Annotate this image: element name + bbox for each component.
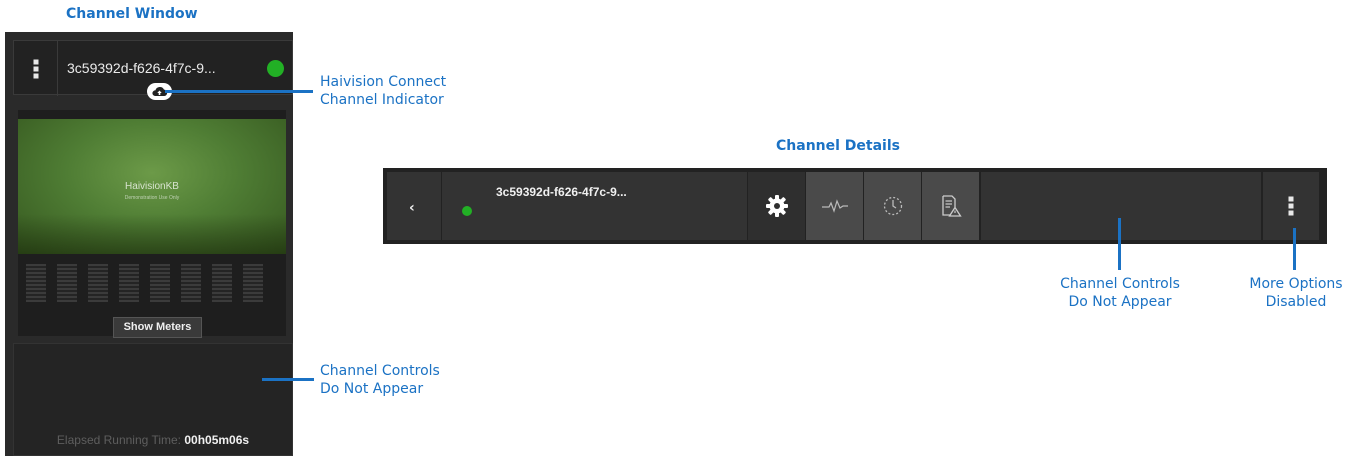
channel-details-bar: ‹ 3c59392d-f626-4f7c-9... (383, 168, 1327, 244)
callout-connect-indicator: Haivision Connect Channel Indicator (320, 73, 446, 109)
preview-thumbnail: HaivisionKB Demonstration Use Only (18, 119, 286, 254)
channel-controls-area: Elapsed Running Time: 00h05m06s (13, 343, 293, 456)
tab-statistics[interactable] (806, 172, 863, 240)
channel-info: 3c59392d-f626-4f7c-9... (442, 172, 747, 240)
elapsed-running-time: Elapsed Running Time: 00h05m06s (14, 433, 292, 447)
show-meters-button[interactable]: Show Meters (113, 317, 202, 338)
channel-window-heading: Channel Window (66, 6, 198, 22)
watermark-title: HaivisionKB (125, 181, 179, 192)
callout-text: Do Not Appear (1068, 294, 1172, 310)
callout-line-connect-indicator (165, 90, 313, 93)
callout-text: Channel Indicator (320, 92, 444, 108)
channel-name: 3c59392d-f626-4f7c-9... (496, 185, 627, 199)
channel-window: 3c59392d-f626-4f7c-9... HaivisionKB Demo… (5, 32, 293, 456)
callout-text: More Options (1249, 276, 1343, 292)
channel-menu-button[interactable] (14, 41, 58, 96)
callout-text: Channel Controls (1060, 276, 1180, 292)
pulse-icon (821, 199, 848, 213)
audio-meter (181, 264, 201, 302)
elapsed-label: Elapsed Running Time: (56, 433, 181, 447)
gear-icon (765, 195, 788, 217)
callout-line-window-controls (262, 378, 314, 381)
chevron-left-icon: ‹ (409, 200, 415, 216)
audio-meter (119, 264, 139, 302)
callout-text: Disabled (1265, 294, 1327, 310)
audio-meter (243, 264, 263, 302)
more-options-button (1263, 172, 1319, 240)
dots-vertical-icon (33, 57, 38, 80)
callout-window-controls: Channel Controls Do Not Appear (320, 362, 440, 398)
audio-meter (150, 264, 170, 302)
status-indicator (462, 206, 472, 216)
status-indicator (267, 60, 284, 77)
callout-line-details-controls (1118, 218, 1121, 270)
callout-more-options: More Options Disabled (1234, 275, 1358, 311)
audio-meter (212, 264, 232, 302)
callout-details-controls: Channel Controls Do Not Appear (1020, 275, 1220, 311)
alert-document-icon (941, 195, 962, 217)
tab-alarms[interactable] (922, 172, 979, 240)
channel-name: 3c59392d-f626-4f7c-9... (67, 60, 216, 76)
channel-details-heading: Channel Details (776, 138, 900, 154)
callout-line-more-options (1293, 228, 1296, 270)
audio-meters (26, 264, 282, 302)
callout-text: Haivision Connect (320, 74, 447, 90)
tab-history[interactable] (864, 172, 921, 240)
watermark-subtitle: Demonstration Use Only (124, 195, 180, 201)
back-button[interactable]: ‹ (387, 172, 441, 240)
dots-vertical-icon (1288, 195, 1294, 218)
audio-meter (26, 264, 46, 302)
audio-meter (57, 264, 77, 302)
video-preview[interactable]: HaivisionKB Demonstration Use Only (18, 110, 286, 336)
callout-text: Channel Controls (320, 363, 440, 379)
audio-meter (88, 264, 108, 302)
clock-icon (883, 196, 902, 216)
channel-controls-area (981, 172, 1261, 240)
callout-text: Do Not Appear (320, 381, 424, 397)
elapsed-value: 00h05m06s (184, 433, 250, 447)
tab-settings[interactable] (748, 172, 805, 240)
